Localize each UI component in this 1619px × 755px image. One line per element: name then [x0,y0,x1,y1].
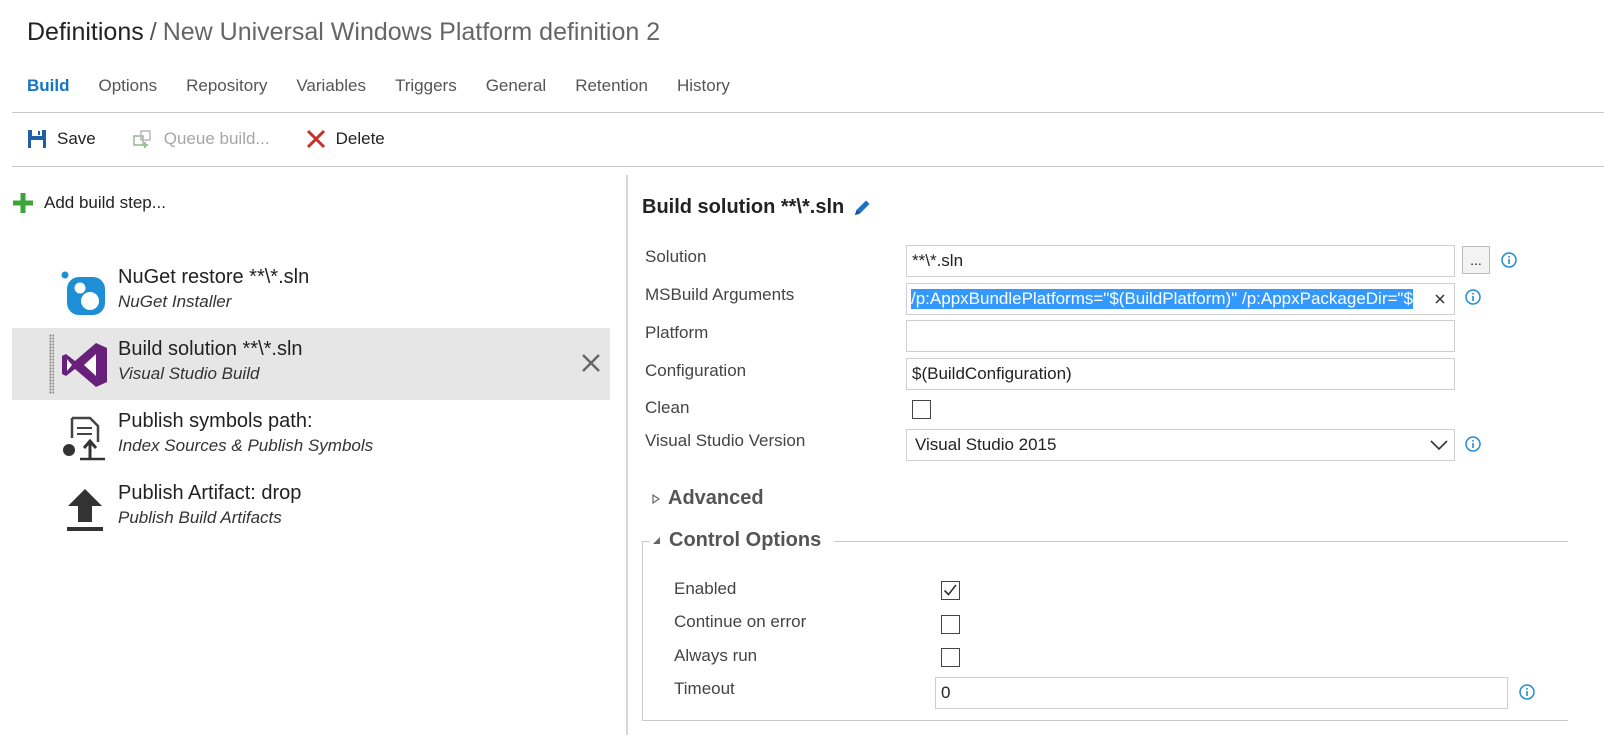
solution-input[interactable]: **\*.sln [906,245,1455,277]
remove-step-icon[interactable] [580,352,602,374]
drag-handle[interactable] [49,334,54,394]
step-name: Publish Artifact: drop [118,482,302,504]
breadcrumb-current: New Universal Windows Platform definitio… [162,18,661,46]
configuration-label: Configuration [645,361,747,380]
enabled-label: Enabled [674,579,737,598]
step-detail-title-text: Build solution **\*.sln [642,196,845,218]
vs-version-select[interactable]: Visual Studio 2015 [906,429,1455,461]
vs-version-value: Visual Studio 2015 [915,435,1057,454]
clear-input-button[interactable] [1426,284,1454,314]
enabled-checkbox[interactable] [941,581,960,600]
info-icon[interactable] [1465,289,1481,305]
platform-label: Platform [645,323,709,342]
configuration-value: $(BuildConfiguration) [912,364,1072,383]
configuration-input[interactable]: $(BuildConfiguration) [906,358,1455,390]
tab-history[interactable]: History [677,76,730,102]
queue-build-label: Queue build... [163,129,270,148]
msbuild-arguments-label: MSBuild Arguments [645,285,795,304]
step-name: Publish symbols path: [118,410,313,432]
build-step-publish-artifact[interactable]: Publish Artifact: drop Publish Build Art… [12,472,610,544]
solution-value: **\*.sln [912,251,964,270]
continue-on-error-checkbox[interactable] [941,615,960,634]
vs-version-label: Visual Studio Version [645,431,806,450]
solution-label: Solution [645,247,707,266]
add-build-step-button[interactable]: Add build step... [12,192,166,214]
platform-input[interactable] [906,320,1455,352]
control-options-toggle[interactable]: Control Options [652,529,821,552]
always-run-checkbox[interactable] [941,648,960,667]
clean-checkbox[interactable] [912,400,931,419]
publish-symbols-icon [63,416,105,461]
toolbar-divider [12,166,1604,167]
checkmark-icon [943,584,957,596]
step-type: Visual Studio Build [118,364,260,383]
advanced-section-toggle[interactable]: Advanced [652,487,764,510]
advanced-label: Advanced [668,487,764,509]
build-step-publish-symbols[interactable]: Publish symbols path: Index Sources & Pu… [12,400,610,472]
collapse-arrow-icon [653,537,660,544]
save-label: Save [57,129,96,148]
delete-icon [306,129,325,149]
clean-label: Clean [645,398,690,417]
step-name: NuGet restore **\*.sln [118,266,310,288]
build-step-nuget-restore[interactable]: NuGet restore **\*.sln NuGet Installer [12,256,610,328]
always-run-label: Always run [674,646,758,665]
upload-icon [67,489,103,531]
step-type: Publish Build Artifacts [118,508,282,527]
msbuild-arguments-value: /p:AppxBundlePlatforms="$(BuildPlatform)… [911,289,1413,309]
step-name: Build solution **\*.sln [118,338,303,360]
delete-label: Delete [335,129,385,148]
tab-build[interactable]: Build [27,76,70,102]
step-detail-title: Build solution **\*.sln [642,196,872,219]
tab-retention[interactable]: Retention [575,76,648,102]
timeout-label: Timeout [674,679,735,698]
add-build-step-label: Add build step... [44,193,166,212]
breadcrumb-root[interactable]: Definitions [27,18,144,46]
info-icon[interactable] [1465,436,1481,452]
pencil-icon[interactable] [852,198,872,218]
tab-repository[interactable]: Repository [186,76,267,102]
plus-icon [13,193,33,213]
breadcrumb-separator: / [149,18,157,46]
close-icon [1435,294,1445,304]
tab-options[interactable]: Options [99,76,158,102]
solution-browse-button[interactable]: ... [1462,246,1490,274]
nuget-icon [61,271,105,315]
toolbar: Save Queue build... Delete [27,128,421,150]
build-steps-list: NuGet restore **\*.sln NuGet Installer B… [12,256,610,544]
step-type: Index Sources & Publish Symbols [118,436,374,455]
chevron-down-icon [1430,440,1448,451]
continue-on-error-label: Continue on error [674,612,807,631]
queue-build-icon [133,130,151,148]
expand-arrow-icon [652,493,660,504]
info-icon[interactable] [1501,252,1517,268]
delete-button[interactable]: Delete [306,129,385,149]
queue-build-button[interactable]: Queue build... [132,128,270,150]
tab-divider [12,112,1604,113]
build-step-build-solution[interactable]: Build solution **\*.sln Visual Studio Bu… [12,328,610,400]
info-icon[interactable] [1519,684,1535,700]
timeout-value: 0 [941,683,951,702]
control-options-label: Control Options [669,529,822,551]
save-icon [28,130,46,148]
save-button[interactable]: Save [27,129,96,149]
tab-triggers[interactable]: Triggers [395,76,457,102]
msbuild-arguments-input[interactable]: /p:AppxBundlePlatforms="$(BuildPlatform)… [906,283,1455,315]
visual-studio-icon [62,343,107,387]
step-type: NuGet Installer [118,292,232,311]
page-title: Definitions / New Universal Windows Platfo… [27,18,660,47]
tab-variables[interactable]: Variables [296,76,366,102]
panel-splitter[interactable] [626,175,628,735]
timeout-input[interactable]: 0 [935,677,1508,709]
tab-general[interactable]: General [486,76,546,102]
tab-bar: Build Options Repository Variables Trigg… [27,76,730,102]
